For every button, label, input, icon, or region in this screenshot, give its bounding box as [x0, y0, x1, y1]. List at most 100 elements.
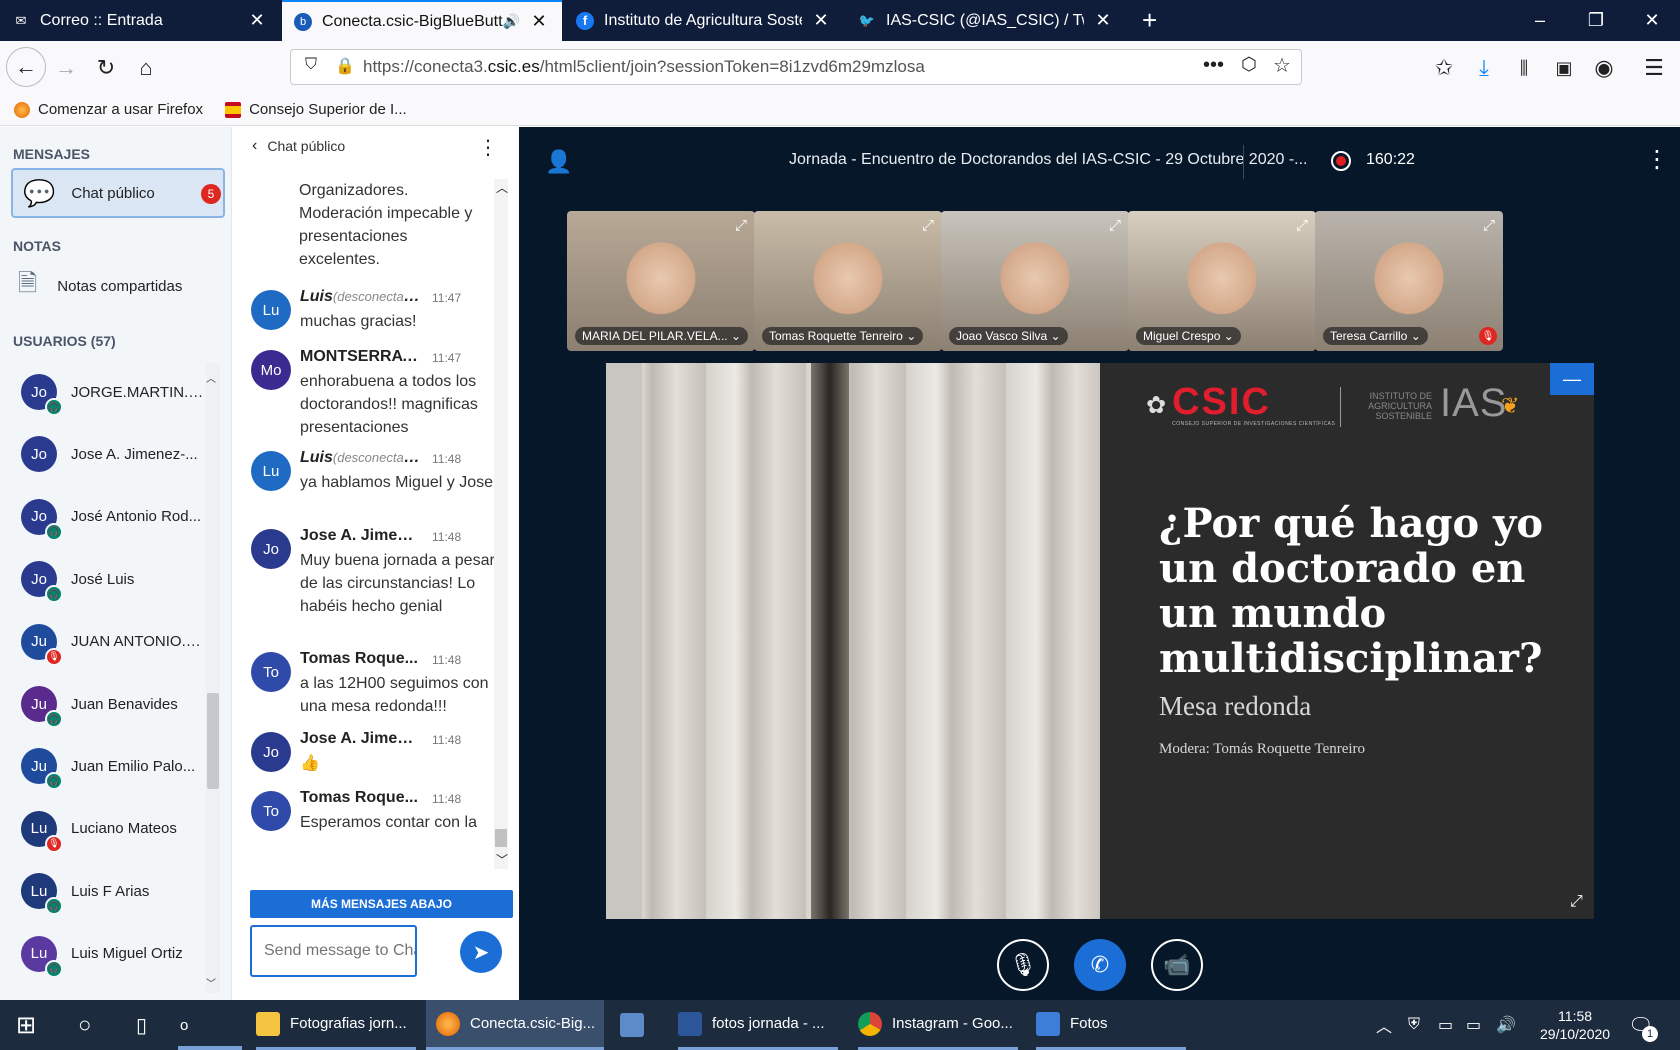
taskbar-explorer[interactable]: Fotografias jorn... — [256, 1000, 416, 1050]
user-icon[interactable]: 👤 — [545, 149, 572, 175]
send-icon[interactable]: ➤ — [460, 931, 502, 973]
scroll-down-icon[interactable]: ﹀ — [496, 851, 508, 868]
shared-notes-item[interactable]: 🗎 Notas compartidas — [18, 262, 218, 310]
webcam-username[interactable]: MARIA DEL PILAR.VELA... ⌄ — [575, 327, 749, 345]
fullscreen-icon[interactable]: ⤢ — [1109, 217, 1121, 234]
sidebar-toggle-icon[interactable]: ▣ — [1546, 50, 1582, 86]
webcam-username[interactable]: Miguel Crespo ⌄ — [1136, 327, 1241, 345]
minimize-presentation-button[interactable]: — — [1550, 363, 1594, 395]
share-webcam-button[interactable]: 📹 — [1151, 939, 1203, 991]
bookmark-firefox[interactable]: Comenzar a usar Firefox — [14, 101, 203, 118]
user-list-item[interactable]: Jo 🎧 José Luis — [0, 548, 205, 610]
close-icon[interactable]: ✕ — [1092, 10, 1114, 31]
webcam-video[interactable]: ⤢ Joao Vasco Silva ⌄ — [941, 211, 1129, 351]
shield-icon[interactable]: ⛉ — [305, 56, 317, 74]
defender-icon[interactable]: ⛨ — [1408, 1000, 1420, 1050]
minimize-icon[interactable]: – — [1512, 0, 1568, 41]
tab-correo[interactable]: ✉ Correo :: Entrada ✕ — [0, 0, 280, 41]
user-list-item[interactable]: Lu 🎧 Luis F Arias — [0, 860, 205, 922]
download-icon[interactable]: ⤓ — [1466, 50, 1502, 86]
lock-icon[interactable]: 🔒 — [335, 56, 355, 76]
close-icon[interactable]: ✕ — [528, 11, 550, 32]
task-view-icon[interactable]: ▯ — [136, 1000, 147, 1050]
library-icon[interactable]: ⫼ — [1506, 50, 1542, 86]
mute-microphone-button[interactable]: 🎙 — [997, 939, 1049, 991]
webcam-username[interactable]: Teresa Carrillo ⌄ — [1323, 327, 1428, 345]
user-list-item[interactable]: Ju 🎧 Juan Emilio Palo... — [0, 735, 205, 797]
forward-arrow-icon[interactable]: → — [48, 50, 84, 86]
webcam-username[interactable]: Tomas Roquette Tenreiro ⌄ — [762, 327, 924, 345]
taskbar-computer[interactable] — [620, 1000, 660, 1050]
network-icon[interactable]: ▭ — [1466, 1000, 1481, 1050]
webcam-video[interactable]: ⤢ Tomas Roquette Tenreiro ⌄ — [754, 211, 942, 351]
scroll-up-icon[interactable]: ︿ — [206, 370, 216, 385]
user-list-item[interactable]: Ju 🎧 Juan Benavides — [0, 673, 205, 735]
chat-message-input[interactable] — [250, 925, 417, 977]
reload-icon[interactable]: ↻ — [88, 50, 124, 86]
account-icon[interactable]: ◉ — [1586, 50, 1622, 86]
user-list-sidebar: MENSAJES 💬 Chat público 5 NOTAS 🗎 Notas … — [0, 127, 231, 1000]
bookmark-star-icon[interactable]: ☆ — [1273, 53, 1291, 78]
close-icon[interactable]: ✕ — [810, 10, 832, 31]
taskbar-chrome[interactable]: Instagram - Goo... — [858, 1000, 1018, 1050]
scrollbar-thumb[interactable] — [207, 693, 219, 789]
kebab-menu-icon[interactable]: ⋮ — [478, 135, 498, 160]
recording-icon[interactable] — [1331, 151, 1351, 171]
chevron-left-icon[interactable]: ‹ — [252, 137, 257, 155]
taskbar-firefox[interactable]: Conecta.csic-Big... — [426, 1000, 604, 1050]
user-list-item[interactable]: Jo 🎧 José Antonio Rod... — [0, 486, 205, 548]
windows-start-icon[interactable]: ⊞ — [16, 1000, 36, 1050]
scrollbar-thumb[interactable] — [495, 829, 507, 847]
back-arrow-icon[interactable]: ← — [6, 47, 46, 87]
notifications-icon[interactable]: 🗨 — [1628, 1000, 1653, 1050]
webcam-video[interactable]: ⤢ Teresa Carrillo ⌄ 🎙 — [1315, 211, 1503, 351]
user-list-item[interactable]: Jo Jose A. Jimenez-... — [0, 423, 205, 485]
user-list-item[interactable]: Ju 🎙 JUAN ANTONIO.N... — [0, 611, 205, 673]
tab-conecta[interactable]: b Conecta.csic-BigBlueButton 🔊 ✕ — [282, 0, 562, 41]
scroll-down-icon[interactable]: ﹀ — [206, 975, 216, 990]
user-list-item[interactable]: Lu 🎙 Luciano Mateos — [0, 798, 205, 860]
chat-scrollbar[interactable]: ︿ ﹀ — [494, 179, 508, 869]
clock[interactable]: 11:58 29/10/2020 — [1540, 1000, 1610, 1050]
user-list-scrollbar[interactable]: ︿ ﹀ — [206, 363, 220, 993]
presentation-slide[interactable]: ✿ CSIC CONSEJO SUPERIOR DE INVESTIGACION… — [606, 363, 1594, 919]
tab-twitter[interactable]: 🐦 IAS-CSIC (@IAS_CSIC) / Twitter ✕ — [846, 0, 1126, 41]
more-options-icon[interactable]: ••• — [1203, 54, 1224, 77]
taskbar-word[interactable]: fotos jornada - ... — [678, 1000, 838, 1050]
fullscreen-icon[interactable]: ⤢ — [1296, 217, 1308, 234]
speaker-icon[interactable]: 🔊 — [503, 13, 520, 30]
cortana-icon[interactable]: ○ — [78, 1000, 91, 1050]
webcam-video[interactable]: ⤢ Miguel Crespo ⌄ — [1128, 211, 1316, 351]
options-menu-icon[interactable]: ⋮ — [1645, 145, 1669, 174]
fullscreen-icon[interactable]: ⤢ — [922, 217, 934, 234]
user-list-item[interactable]: Jo 🎧 JORGE.MARTIN.B... — [0, 361, 205, 423]
usb-icon[interactable]: ▭ — [1438, 1000, 1453, 1050]
more-messages-below-button[interactable]: MÁS MENSAJES ABAJO — [250, 890, 513, 918]
url-bar[interactable]: ⛉ 🔒 https://conecta3.csic.es/html5client… — [290, 49, 1302, 85]
leave-audio-button[interactable]: ✆ — [1074, 939, 1126, 991]
home-icon[interactable]: ⌂ — [128, 50, 164, 86]
bookmark-csic[interactable]: Consejo Superior de I... — [225, 101, 407, 118]
pocket-icon[interactable]: ⬡ — [1241, 54, 1257, 75]
url-text[interactable]: https://conecta3.csic.es/html5client/joi… — [363, 57, 925, 77]
search-text[interactable]: o — [180, 1000, 188, 1050]
chevron-up-icon[interactable]: ︿ — [1376, 1000, 1392, 1050]
webcam-video[interactable]: ⤢ MARIA DEL PILAR.VELA... ⌄ — [567, 211, 755, 351]
chat-header[interactable]: ‹ Chat público — [252, 137, 345, 155]
volume-icon[interactable]: 🔊 — [1496, 1000, 1516, 1050]
public-chat-item[interactable]: 💬 Chat público 5 — [11, 168, 225, 218]
tab-ias[interactable]: f Instituto de Agricultura Sostenible ✕ — [564, 0, 844, 41]
restore-icon[interactable]: ❐ — [1568, 0, 1624, 41]
user-list-item[interactable]: Lu 🎧 Luis Miguel Ortiz — [0, 923, 205, 985]
scroll-up-icon[interactable]: ︿ — [496, 179, 508, 196]
fullscreen-icon[interactable]: ⤢ — [735, 217, 747, 234]
window-close-icon[interactable]: ✕ — [1624, 0, 1680, 41]
menu-icon[interactable]: ☰ — [1636, 50, 1672, 86]
fullscreen-icon[interactable]: ⤢ — [1483, 217, 1495, 234]
webcam-username[interactable]: Joao Vasco Silva ⌄ — [949, 327, 1068, 345]
new-tab-button[interactable]: + — [1130, 0, 1162, 41]
fullscreen-icon[interactable]: ⤢ — [1570, 893, 1583, 911]
taskbar-photos[interactable]: Fotos — [1036, 1000, 1186, 1050]
reading-list-icon[interactable]: ✩ — [1426, 50, 1462, 86]
close-icon[interactable]: ✕ — [246, 10, 268, 31]
